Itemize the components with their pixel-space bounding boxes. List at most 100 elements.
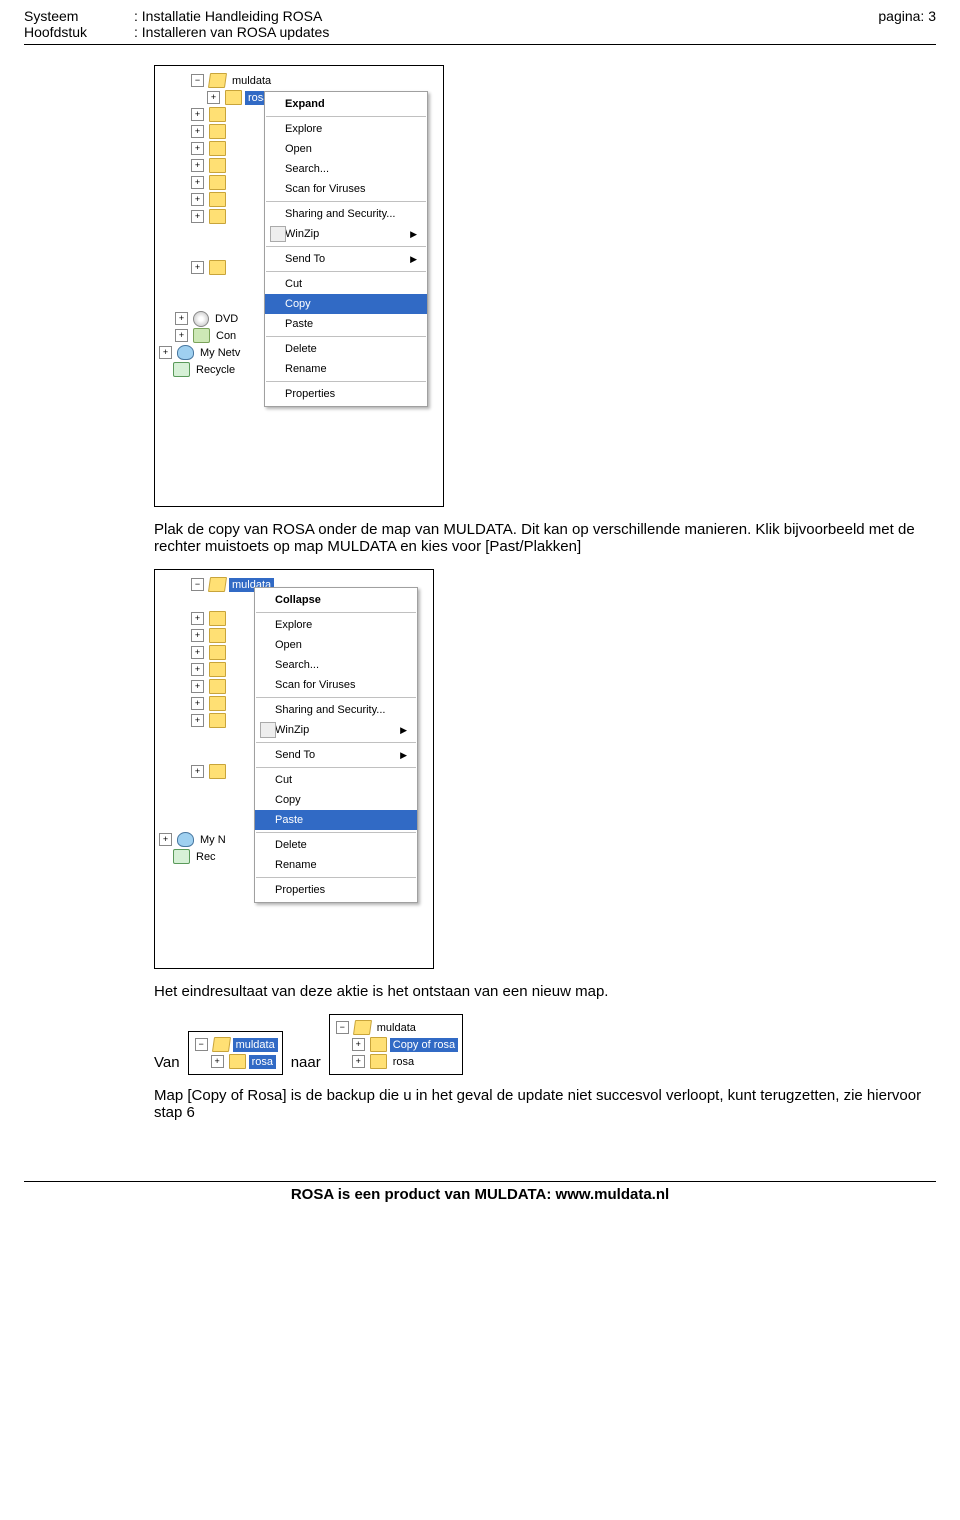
menu-label: Send To xyxy=(285,253,325,265)
menu-label: Explore xyxy=(285,123,322,135)
menu-search[interactable]: Search... xyxy=(265,159,427,179)
menu-label: Properties xyxy=(285,388,335,400)
menu-label: Explore xyxy=(275,619,312,631)
menu-paste[interactable]: Paste xyxy=(255,810,417,830)
menu-open[interactable]: Open xyxy=(255,635,417,655)
menu-sendto[interactable]: Send To ▶ xyxy=(265,249,427,269)
tree-row-muldata[interactable]: − muldata xyxy=(157,72,437,89)
tree-row-rosa[interactable]: + rosa xyxy=(193,1053,278,1070)
menu-label: Cut xyxy=(285,278,302,290)
folder-open-icon xyxy=(208,73,227,88)
menu-separator xyxy=(266,116,426,117)
collapse-icon[interactable]: − xyxy=(191,578,204,591)
expand-icon[interactable]: + xyxy=(211,1055,224,1068)
before-after-row: Van − muldata + rosa naar − xyxy=(154,1014,936,1075)
expand-icon[interactable]: + xyxy=(175,329,188,342)
expand-icon[interactable]: + xyxy=(191,697,204,710)
expand-icon[interactable]: + xyxy=(191,108,204,121)
menu-label: Rename xyxy=(285,363,327,375)
folder-icon xyxy=(209,764,226,779)
footer-text: ROSA is een product van MULDATA: www.mul… xyxy=(24,1182,936,1203)
expand-icon[interactable]: + xyxy=(191,714,204,727)
expand-icon[interactable]: + xyxy=(191,210,204,223)
folder-icon xyxy=(229,1054,246,1069)
menu-sharing[interactable]: Sharing and Security... xyxy=(255,700,417,720)
menu-open[interactable]: Open xyxy=(265,139,427,159)
tree-row-rosa[interactable]: + rosa xyxy=(334,1053,458,1070)
folder-icon xyxy=(209,611,226,626)
menu-delete[interactable]: Delete xyxy=(265,339,427,359)
menu-scan[interactable]: Scan for Viruses xyxy=(255,675,417,695)
folder-icon xyxy=(209,662,226,677)
folder-icon xyxy=(370,1054,387,1069)
expand-icon[interactable]: + xyxy=(352,1055,365,1068)
menu-explore[interactable]: Explore xyxy=(255,615,417,635)
menu-copy[interactable]: Copy xyxy=(255,790,417,810)
collapse-icon[interactable]: − xyxy=(336,1021,349,1034)
expand-icon[interactable]: + xyxy=(191,629,204,642)
expand-icon[interactable]: + xyxy=(191,193,204,206)
expand-icon[interactable]: + xyxy=(191,125,204,138)
tree-row-muldata[interactable]: − muldata xyxy=(193,1036,278,1053)
menu-label: Search... xyxy=(285,163,329,175)
expand-icon[interactable]: + xyxy=(352,1038,365,1051)
menu-collapse[interactable]: Collapse xyxy=(255,590,417,610)
instruction-paragraph-2: Het eindresultaat van deze aktie is het … xyxy=(154,983,936,1000)
hoofdstuk-label: Hoofdstuk xyxy=(24,24,134,40)
menu-properties[interactable]: Properties xyxy=(265,384,427,404)
expand-icon[interactable]: + xyxy=(191,765,204,778)
menu-properties[interactable]: Properties xyxy=(255,880,417,900)
expand-icon[interactable]: + xyxy=(191,646,204,659)
menu-cut[interactable]: Cut xyxy=(265,274,427,294)
menu-rename[interactable]: Rename xyxy=(255,855,417,875)
content: − muldata + rosa + + + + + + xyxy=(154,65,936,1121)
menu-cut[interactable]: Cut xyxy=(255,770,417,790)
menu-label: Paste xyxy=(275,814,303,826)
expand-icon[interactable]: + xyxy=(191,176,204,189)
menu-label: Collapse xyxy=(275,594,321,606)
menu-sharing[interactable]: Sharing and Security... xyxy=(265,204,427,224)
van-label: Van xyxy=(154,1054,180,1075)
menu-paste[interactable]: Paste xyxy=(265,314,427,334)
expand-icon[interactable]: + xyxy=(159,833,172,846)
menu-expand[interactable]: Expand xyxy=(265,94,427,114)
screenshot-2: − muldata + + + + + + + + +My N xyxy=(154,569,434,969)
expand-icon[interactable]: + xyxy=(191,261,204,274)
menu-separator xyxy=(256,742,416,743)
collapse-icon[interactable]: − xyxy=(191,74,204,87)
menu-copy[interactable]: Copy xyxy=(265,294,427,314)
recycle-bin-icon xyxy=(173,362,190,377)
collapse-icon[interactable]: − xyxy=(195,1038,208,1051)
expand-icon[interactable]: + xyxy=(159,346,172,359)
tree-row-muldata[interactable]: − muldata xyxy=(334,1019,458,1036)
expand-icon[interactable]: + xyxy=(191,663,204,676)
expand-icon[interactable]: + xyxy=(191,142,204,155)
header-rule xyxy=(24,44,936,45)
menu-winzip[interactable]: WinZip▶ xyxy=(265,224,427,244)
submenu-arrow-icon: ▶ xyxy=(410,254,417,265)
menu-delete[interactable]: Delete xyxy=(255,835,417,855)
page-header: Systeem : Installatie Handleiding ROSA H… xyxy=(24,8,936,40)
menu-explore[interactable]: Explore xyxy=(265,119,427,139)
menu-scan[interactable]: Scan for Viruses xyxy=(265,179,427,199)
folder-icon xyxy=(209,192,226,207)
menu-separator xyxy=(266,201,426,202)
folder-icon xyxy=(225,90,242,105)
hoofdstuk-value: : Installeren van ROSA updates xyxy=(134,24,329,40)
expand-icon[interactable]: + xyxy=(175,312,188,325)
expand-icon[interactable]: + xyxy=(191,680,204,693)
menu-winzip[interactable]: WinZip▶ xyxy=(255,720,417,740)
expand-icon[interactable]: + xyxy=(191,612,204,625)
expand-icon[interactable]: + xyxy=(191,159,204,172)
menu-rename[interactable]: Rename xyxy=(265,359,427,379)
folder-icon xyxy=(209,260,226,275)
menu-search[interactable]: Search... xyxy=(255,655,417,675)
page-number: pagina: 3 xyxy=(878,8,936,40)
folder-icon xyxy=(209,696,226,711)
expand-icon[interactable]: + xyxy=(207,91,220,104)
menu-separator xyxy=(266,271,426,272)
menu-sendto[interactable]: Send To▶ xyxy=(255,745,417,765)
mini-tree-after: − muldata + Copy of rosa + rosa xyxy=(329,1014,463,1075)
tree-row-copyof[interactable]: + Copy of rosa xyxy=(334,1036,458,1053)
tree-label: My Netv xyxy=(197,346,243,360)
